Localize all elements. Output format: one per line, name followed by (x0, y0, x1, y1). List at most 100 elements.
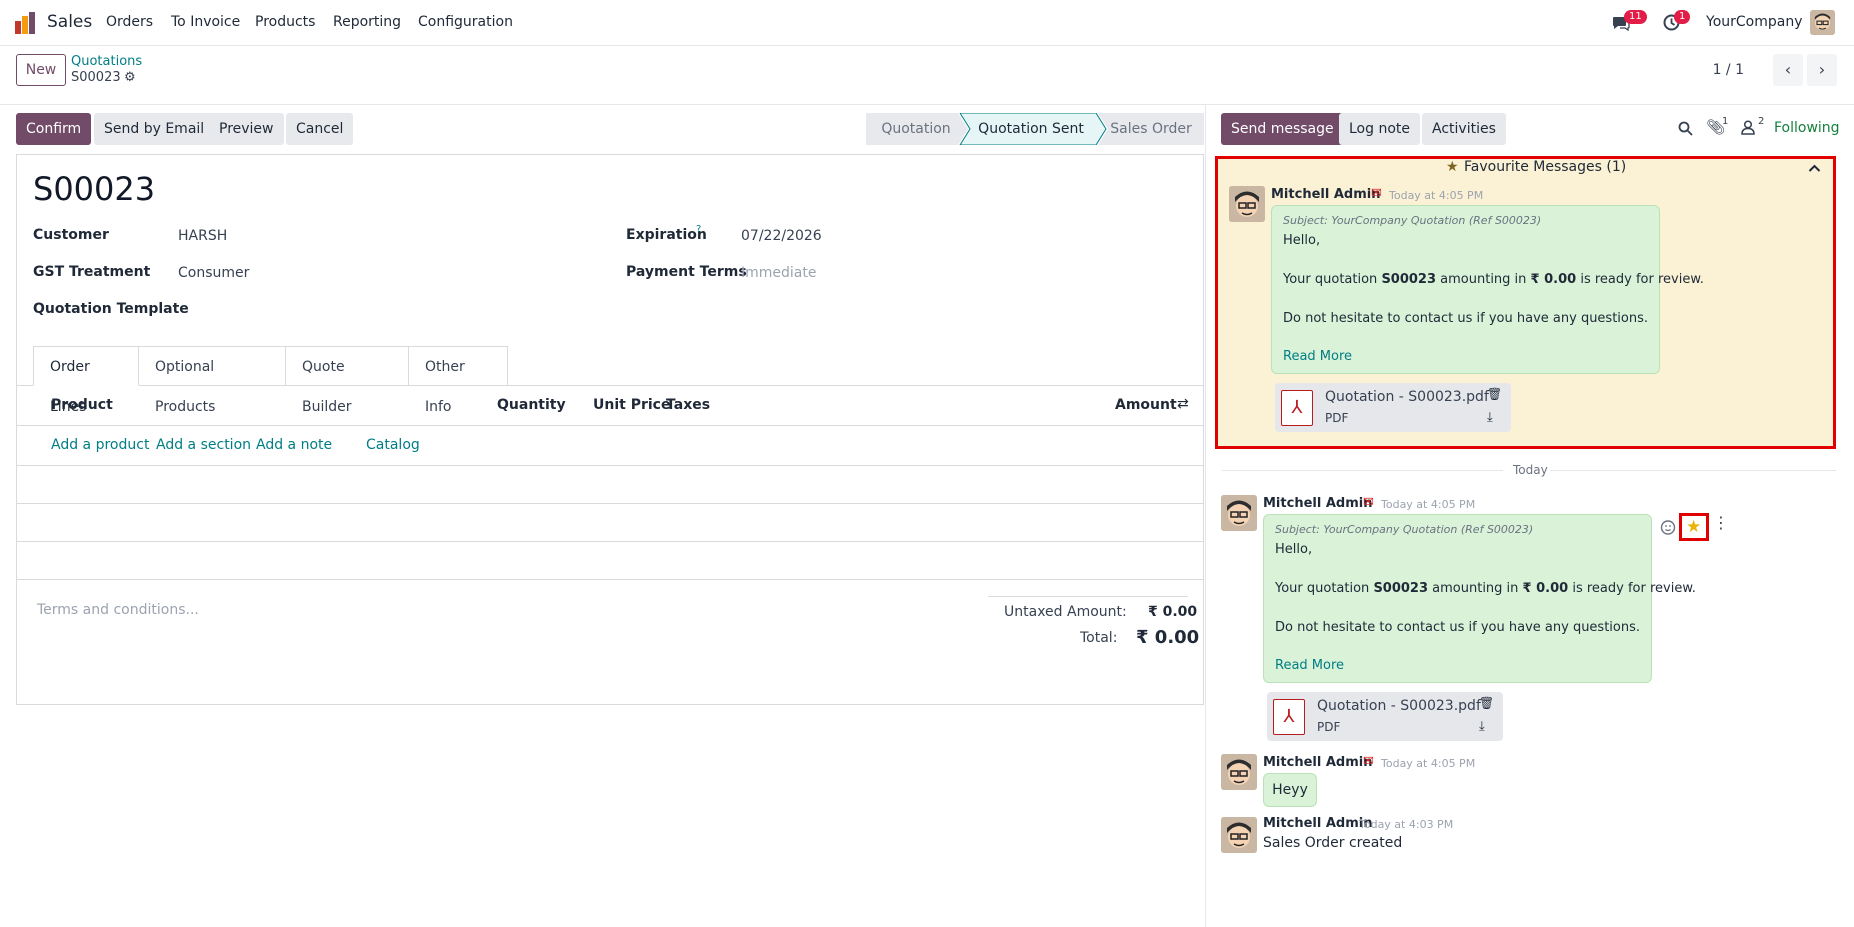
message-text: Sales Order created (1263, 835, 1403, 851)
favourite-header[interactable]: Favourite Messages (1) (1464, 159, 1626, 175)
activities-button[interactable]: Activities (1422, 113, 1506, 145)
following-button[interactable]: Following (1774, 120, 1840, 136)
attachment-name[interactable]: Quotation - S00023.pdf (1325, 389, 1489, 405)
star-toggle-button[interactable]: ★ (1679, 513, 1709, 541)
totals-divider (988, 596, 1188, 597)
menu-configuration[interactable]: Configuration (418, 14, 513, 30)
menu-orders[interactable]: Orders (106, 14, 153, 30)
chevron-up-icon[interactable] (1808, 163, 1821, 173)
read-more-link[interactable]: Read More (1283, 349, 1352, 364)
chatter-divider (1205, 104, 1206, 927)
add-section-link[interactable]: Add a section (156, 437, 251, 453)
top-navbar: Sales Orders To Invoice Products Reporti… (0, 0, 1854, 46)
user-avatar[interactable] (1810, 10, 1835, 35)
envelope-icon: ✉ (1371, 186, 1382, 201)
attachment-name[interactable]: Quotation - S00023.pdf (1317, 698, 1481, 714)
followers-icon[interactable] (1741, 120, 1755, 135)
tab-other-info[interactable]: Other Info (409, 346, 508, 415)
avatar[interactable] (1221, 754, 1257, 790)
read-more-link[interactable]: Read More (1275, 658, 1344, 673)
app-name[interactable]: Sales (47, 12, 92, 32)
confirm-button[interactable]: Confirm (16, 113, 92, 145)
row-divider (17, 579, 1203, 580)
payment-terms-field[interactable]: Immediate (741, 265, 816, 281)
message-subject: Subject: YourCompany Quotation (Ref S000… (1275, 523, 1534, 536)
gst-treatment-field[interactable]: Consumer (178, 265, 249, 281)
envelope-icon: ✉ (1363, 754, 1374, 769)
more-options-icon[interactable]: ⋮ (1713, 515, 1729, 531)
stage-quotation-sent[interactable]: Quotation Sent (966, 113, 1096, 145)
catalog-link[interactable]: Catalog (366, 437, 420, 453)
stage-quotation[interactable]: Quotation (866, 113, 966, 145)
trash-icon[interactable]: 🗑︎ (1487, 387, 1502, 401)
avatar-face-icon (1221, 754, 1257, 790)
body-text: amounting in (1428, 581, 1523, 596)
message-author[interactable]: Mitchell Admin (1263, 496, 1372, 511)
send-message-button[interactable]: Send message (1221, 113, 1344, 145)
star-filled-icon: ★ (1686, 517, 1702, 537)
cancel-button[interactable]: Cancel (286, 113, 354, 145)
col-unit-price[interactable]: Unit Price (593, 397, 670, 413)
tab-order-lines[interactable]: Order Lines (33, 346, 139, 415)
col-product[interactable]: Product (51, 397, 113, 413)
stage-sales-order[interactable]: Sales Order (1098, 113, 1204, 145)
gst-treatment-label: GST Treatment (33, 264, 151, 280)
add-product-link[interactable]: Add a product (51, 437, 149, 453)
tab-optional-products[interactable]: Optional Products (139, 346, 286, 415)
col-quantity[interactable]: Quantity (497, 397, 566, 413)
company-switcher[interactable]: YourCompany (1706, 14, 1803, 30)
new-button[interactable]: New (16, 54, 66, 86)
expiration-field[interactable]: 07/22/2026 (741, 228, 822, 244)
search-icon[interactable] (1678, 121, 1693, 136)
menu-products[interactable]: Products (255, 14, 315, 30)
preview-button[interactable]: Preview (209, 113, 284, 145)
message-author[interactable]: Mitchell Admin (1263, 755, 1372, 770)
message-body: Your quotation S00023 amounting in ₹ 0.0… (1283, 272, 1704, 287)
col-amount[interactable]: Amount (1115, 397, 1177, 413)
pager-next-icon[interactable]: › (1807, 54, 1837, 86)
menu-to-invoice[interactable]: To Invoice (171, 14, 240, 30)
message-bubble: Heyy (1263, 773, 1317, 807)
avatar[interactable] (1221, 495, 1257, 531)
trash-icon[interactable]: 🗑︎ (1479, 696, 1494, 710)
tab-quote-builder[interactable]: Quote Builder (286, 346, 409, 415)
pager-value[interactable]: 1 / 1 (1713, 62, 1744, 78)
download-icon[interactable]: ⤓ (1479, 719, 1485, 734)
total-value: ₹ 0.00 (1136, 627, 1200, 648)
body-text: Your quotation (1283, 272, 1382, 287)
untaxed-amount-label: Untaxed Amount: (1004, 604, 1127, 620)
body-text: is ready for review. (1568, 581, 1696, 596)
message-author[interactable]: Mitchell Admin (1263, 816, 1372, 831)
sales-app-icon[interactable] (14, 11, 38, 35)
help-tooltip-icon[interactable]: ? (696, 224, 701, 235)
log-note-button[interactable]: Log note (1339, 113, 1420, 145)
message-author[interactable]: Mitchell Admin (1271, 187, 1380, 202)
payment-terms-label: Payment Terms (626, 264, 747, 280)
pager-prev-icon[interactable]: ‹ (1773, 54, 1803, 86)
date-separator: Today (1513, 463, 1548, 477)
col-taxes[interactable]: Taxes (666, 397, 710, 413)
follower-count: 2 (1758, 116, 1765, 127)
send-by-email-button[interactable]: Send by Email (94, 113, 215, 145)
gear-icon[interactable]: ⚙ (124, 70, 136, 85)
add-note-link[interactable]: Add a note (256, 437, 332, 453)
star-icon: ★ (1446, 159, 1459, 175)
breadcrumb-quotations[interactable]: Quotations (71, 54, 142, 69)
message-timestamp: Today at 4:03 PM (1359, 818, 1454, 831)
optional-columns-icon[interactable]: ⇄ (1177, 396, 1189, 412)
add-reaction-icon[interactable] (1660, 519, 1677, 536)
breadcrumb-current: S00023 (71, 70, 121, 85)
attachment-count: 1 (1722, 116, 1729, 127)
avatar[interactable] (1221, 817, 1257, 853)
body-amount: ₹ 0.00 (1522, 581, 1569, 596)
customer-field[interactable]: HARSH (178, 228, 227, 244)
separator-line (1550, 470, 1836, 471)
body-text: amounting in (1436, 272, 1531, 287)
avatar[interactable] (1229, 186, 1265, 222)
download-icon[interactable]: ⤓ (1487, 410, 1493, 425)
message-timestamp: Today at 4:05 PM (1389, 189, 1484, 202)
avatar-face-icon (1229, 186, 1265, 222)
message-body-2: Do not hesitate to contact us if you hav… (1275, 620, 1641, 635)
menu-reporting[interactable]: Reporting (333, 14, 401, 30)
terms-conditions-field[interactable]: Terms and conditions... (37, 602, 199, 618)
